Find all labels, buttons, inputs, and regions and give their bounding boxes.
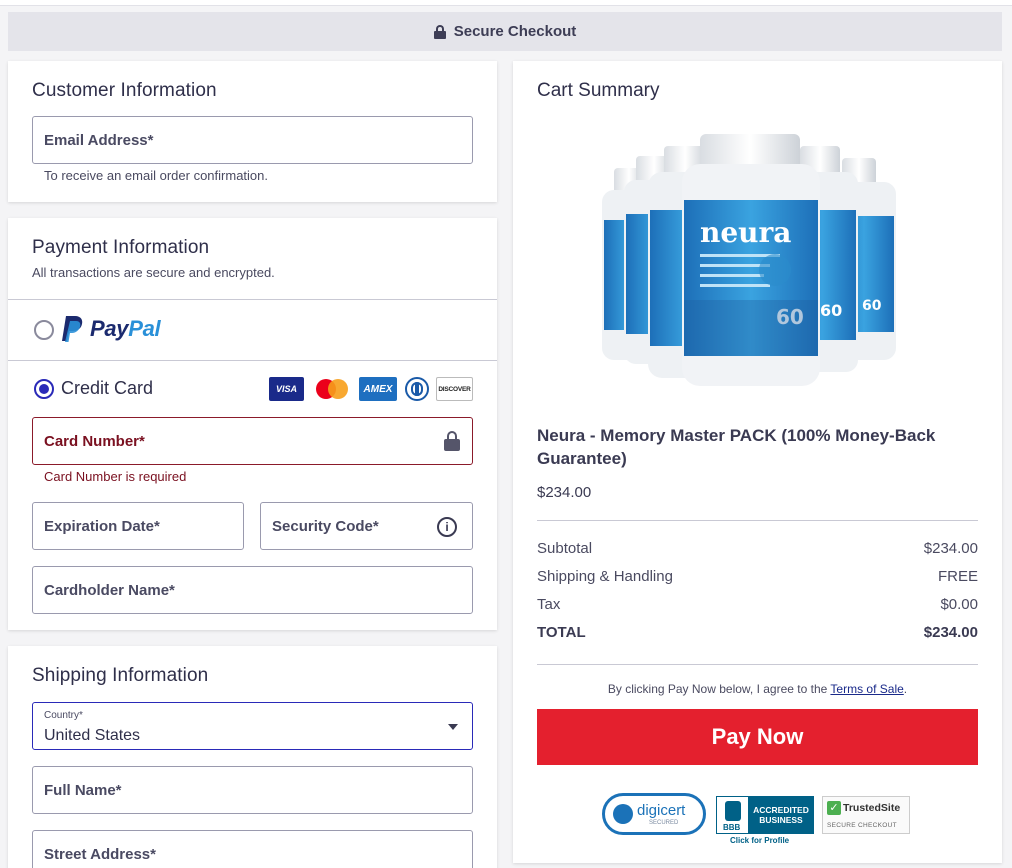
total-row: TOTAL $234.00 [537,624,978,641]
card-number-field[interactable]: Card Number* [32,417,473,465]
shipping-information-card: Shipping Information Country* United Sta… [8,646,497,868]
bbb-badge[interactable]: BBB ACCREDITED BUSINESS Click for Profil… [716,796,814,846]
check-icon: ✓ [827,801,841,815]
total-label: TOTAL [537,624,586,641]
shipping-value: FREE [937,568,978,585]
paypal-text-pay: Pay [90,316,129,341]
divider [8,360,497,361]
country-label: Country* [44,710,83,721]
discover-icon: DISCOVER [436,377,473,401]
customer-information-title: Customer Information [32,80,217,101]
bbb-torch-icon: BBB [717,797,749,833]
customer-information-card: Customer Information Email Address* To r… [8,61,497,202]
shipping-information-title: Shipping Information [32,665,209,686]
credit-card-label[interactable]: Credit Card [61,378,153,399]
subtotal-label: Subtotal [537,540,593,557]
card-number-label: Card Number* [44,432,145,450]
cart-summary-title: Cart Summary [537,80,660,101]
trustedsite-text: TrustedSite [843,802,901,814]
card-number-error: Card Number is required [44,469,187,484]
street-address-label: Street Address* [44,845,156,863]
expiration-date-field[interactable]: Expiration Date* [32,502,244,550]
paypal-logo[interactable]: PayPal [60,314,161,344]
trustedsite-sub: SECURE CHECKOUT [827,822,897,829]
security-code-field[interactable]: Security Code* i [260,502,473,550]
paypal-radio[interactable] [34,320,54,340]
digicert-text: digicert [637,802,686,819]
email-helper: To receive an email order confirmation. [44,168,268,183]
svg-text:neura: neura [700,216,791,249]
payment-information-title: Payment Information [32,237,210,258]
cardholder-name-label: Cardholder Name* [44,581,175,599]
divider [8,299,497,300]
shipping-row: Shipping & Handling FREE [537,568,978,585]
bottle-front: neura 60 [682,134,820,386]
total-value: $234.00 [923,624,978,641]
chevron-down-icon [448,724,458,730]
digicert-sub: SECURED [649,820,679,826]
subtotal-row: Subtotal $234.00 [537,540,978,557]
product-price: $234.00 [537,484,592,501]
tax-label: Tax [537,596,561,613]
lock-icon [444,431,460,451]
top-border [0,0,1012,6]
credit-card-radio[interactable] [34,379,54,399]
svg-text:60: 60 [820,301,842,320]
product-name: Neura - Memory Master PACK (100% Money-B… [537,426,936,468]
security-code-label: Security Code* [272,517,379,535]
country-select[interactable]: Country* United States [32,702,473,750]
email-label: Email Address* [44,131,154,149]
bbb-line2: BUSINESS [759,815,803,825]
terms-of-sale-link[interactable]: Terms of Sale [830,682,903,696]
amex-icon: AMEX [359,377,397,401]
paypal-text-pal: Pal [128,316,161,341]
bbb-click: Click for Profile [730,836,790,845]
full-name-field[interactable]: Full Name* [32,766,473,814]
cardholder-name-field[interactable]: Cardholder Name* [32,566,473,614]
digicert-lock-icon [613,804,633,824]
digicert-badge[interactable]: digicert SECURED [602,793,706,835]
divider [537,520,978,521]
payment-subtitle: All transactions are secure and encrypte… [32,265,275,280]
pay-now-button[interactable]: Pay Now [537,709,978,765]
svg-text:60: 60 [862,298,882,314]
lock-icon [433,24,446,39]
payment-information-card: Payment Information All transactions are… [8,218,497,630]
shipping-label: Shipping & Handling [537,568,673,585]
street-address-field[interactable]: Street Address* [32,830,473,868]
visa-icon: VISA [269,377,304,401]
country-value: United States [44,727,141,744]
terms-text: By clicking Pay Now below, I agree to th… [607,682,908,696]
info-icon[interactable]: i [437,517,457,537]
secure-checkout-banner: Secure Checkout [8,12,1002,51]
expiration-date-label: Expiration Date* [44,517,160,535]
diners-icon [405,377,429,401]
divider [537,664,978,665]
email-field[interactable]: Email Address* [32,116,473,164]
paypal-icon [62,316,83,342]
tax-value: $0.00 [940,596,978,613]
bbb-line1: ACCREDITED [753,805,809,815]
product-image: 60 60 neura 60 [600,130,900,390]
secure-checkout-title: Secure Checkout [453,23,577,40]
trustedsite-badge[interactable]: ✓ TrustedSite SECURE CHECKOUT [822,796,910,834]
full-name-label: Full Name* [44,781,122,799]
tax-row: Tax $0.00 [537,596,978,613]
mastercard-icon [314,377,350,401]
subtotal-value: $234.00 [923,540,978,557]
